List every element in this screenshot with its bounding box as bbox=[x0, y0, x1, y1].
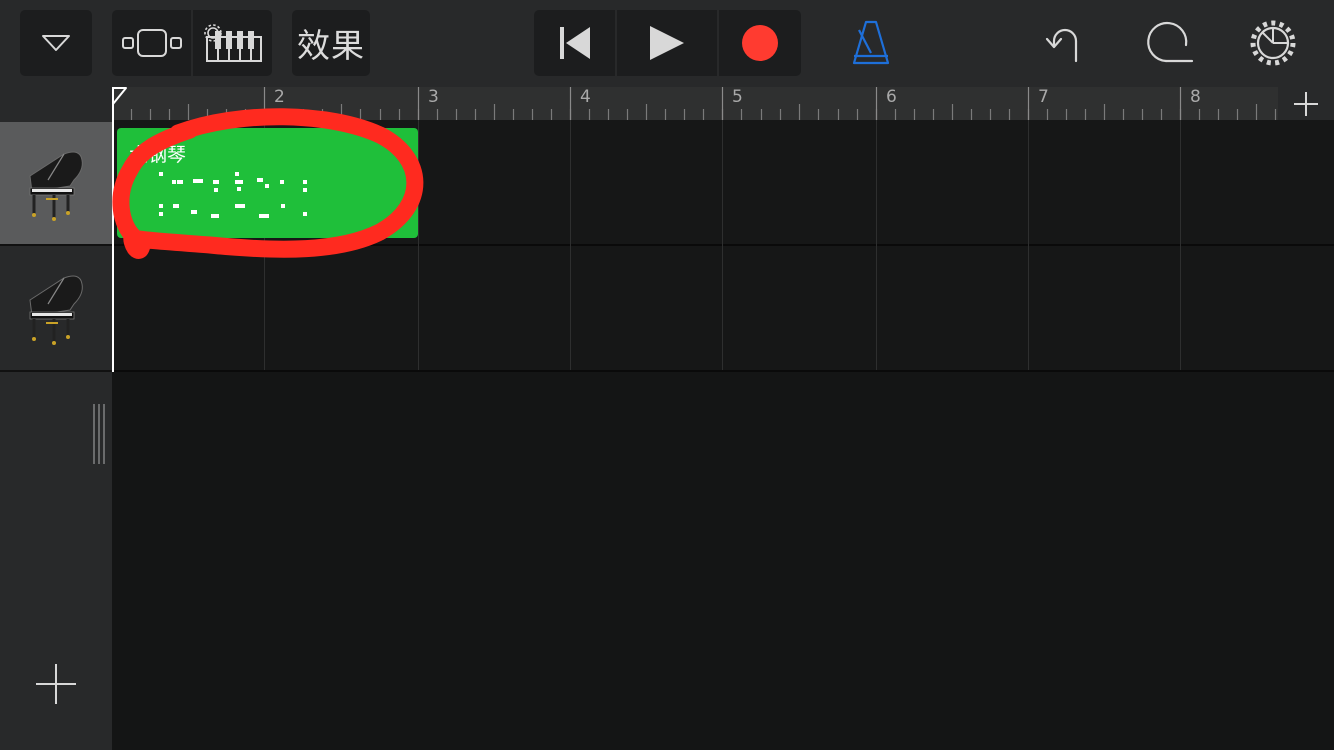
toolbar: 效果 bbox=[0, 0, 1334, 87]
loop-browser-button[interactable] bbox=[1138, 10, 1200, 76]
ruler-bar-number: 6 bbox=[886, 87, 897, 107]
loop-browser-icon bbox=[1147, 21, 1194, 63]
grand-piano-icon bbox=[29, 275, 83, 345]
playhead[interactable] bbox=[112, 87, 114, 372]
ruler-bar-number: 7 bbox=[1038, 87, 1049, 107]
fx-button[interactable]: 效果 bbox=[292, 10, 370, 76]
triangle-down-icon bbox=[42, 35, 70, 51]
play-icon bbox=[650, 26, 684, 60]
play-button[interactable] bbox=[617, 10, 717, 76]
ruler-ticks bbox=[112, 87, 1277, 120]
transport-controls bbox=[534, 10, 801, 76]
go-to-beginning-button[interactable] bbox=[534, 10, 615, 76]
fx-label: 效果 bbox=[297, 26, 365, 65]
ruler-bar-number: 4 bbox=[580, 87, 591, 107]
record-button[interactable] bbox=[719, 10, 801, 76]
track-header-1[interactable] bbox=[0, 122, 112, 246]
browser-button[interactable] bbox=[20, 10, 92, 76]
metronome-icon bbox=[852, 20, 890, 65]
add-track-button[interactable] bbox=[28, 656, 84, 712]
add-section-button[interactable] bbox=[1278, 87, 1334, 120]
undo-icon bbox=[1045, 28, 1078, 63]
ruler-bar-number: 8 bbox=[1190, 87, 1201, 107]
plus-icon bbox=[1294, 91, 1318, 116]
tracks-view-button[interactable] bbox=[112, 10, 191, 76]
undo-button[interactable] bbox=[1032, 10, 1092, 76]
track-header-resize-handle[interactable] bbox=[92, 404, 108, 464]
settings-button[interactable] bbox=[1242, 10, 1304, 76]
keyboard-settings-icon bbox=[203, 24, 262, 62]
playhead-handle[interactable] bbox=[112, 87, 130, 105]
region-name: 大钢琴 bbox=[129, 144, 187, 166]
track-header-2[interactable] bbox=[0, 246, 112, 370]
record-icon bbox=[742, 25, 778, 61]
plus-icon bbox=[36, 664, 76, 704]
metronome-button[interactable] bbox=[840, 10, 902, 76]
midi-region[interactable]: 大钢琴 bbox=[117, 128, 418, 238]
ruler-bar-number: 2 bbox=[274, 87, 285, 107]
tracks-view-icon bbox=[121, 29, 182, 57]
ruler-bar-number: 5 bbox=[732, 87, 743, 107]
grand-piano-icon bbox=[29, 151, 83, 221]
ruler-bar-number: 3 bbox=[428, 87, 439, 107]
go-to-beginning-icon bbox=[559, 27, 590, 59]
instrument-controls-button[interactable] bbox=[193, 10, 272, 76]
timeline-ruler[interactable]: 2 3 4 5 6 7 8 bbox=[112, 87, 1278, 120]
gear-icon bbox=[1250, 20, 1296, 66]
track-lane-2[interactable] bbox=[112, 246, 1334, 370]
view-controls-group bbox=[112, 10, 272, 76]
